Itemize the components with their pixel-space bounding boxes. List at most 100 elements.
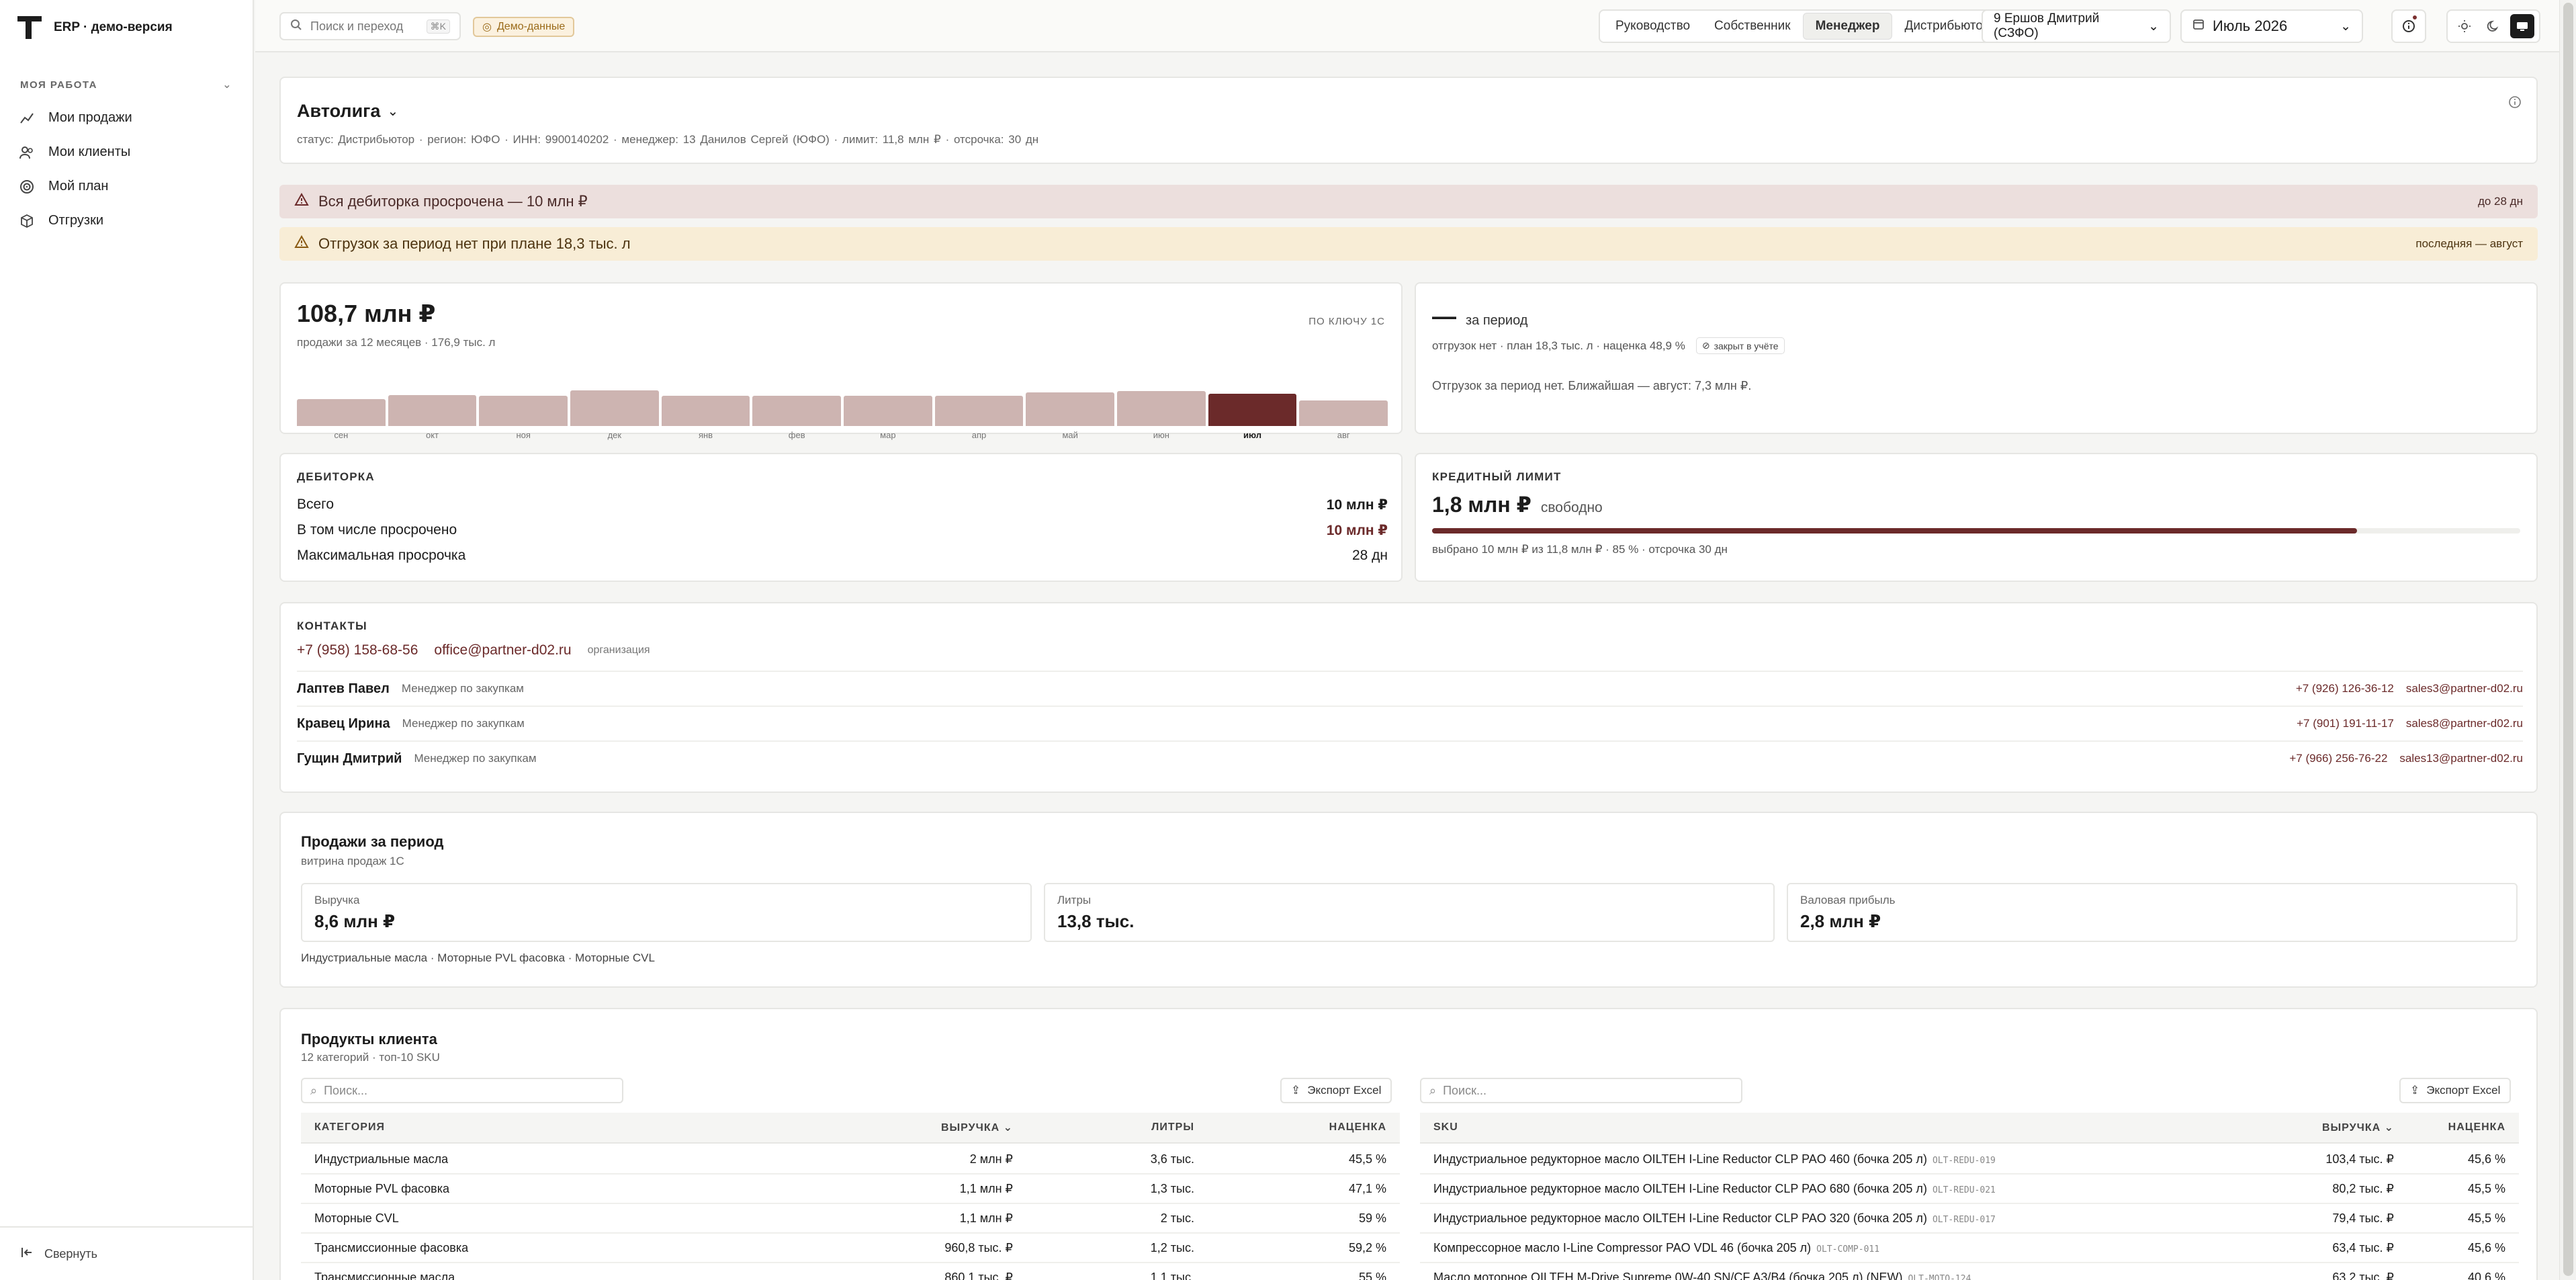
col-markup[interactable]: НАЦЕНКА <box>2407 1121 2519 1134</box>
bar-column[interactable] <box>1026 366 1115 426</box>
sidebar-item-sales[interactable]: Мои продажи <box>19 101 234 135</box>
client-header-card: Автолига ⌄ статус: Дистрибьютор · регион… <box>279 77 2538 164</box>
products-sub: 12 категорий · топ-10 SKU <box>301 1051 440 1064</box>
table-cell: 1,1 млн ₽ <box>959 1181 1013 1195</box>
table-cell: 1,3 тыс. <box>1150 1181 1194 1195</box>
table-cell: 1,1 тыс. <box>1150 1270 1194 1280</box>
export-label: Экспорт Excel <box>2426 1084 2501 1097</box>
bar-column[interactable] <box>479 366 568 426</box>
table-cell: 1,1 млн ₽ <box>959 1211 1013 1225</box>
table-cell: 960,8 тыс. ₽ <box>944 1240 1013 1254</box>
period-select[interactable]: Июль 2026 ⌄ <box>2180 9 2363 43</box>
info-icon[interactable] <box>2397 14 2421 38</box>
contact-row: Гущин Дмитрий Менеджер по закупкам +7 (9… <box>297 740 2523 775</box>
col-markup[interactable]: НАЦЕНКА <box>1208 1121 1400 1134</box>
contact-email-link[interactable]: sales8@partner-d02.ru <box>2406 717 2523 730</box>
sidebar-item-shipments[interactable]: Отгрузки <box>19 204 234 238</box>
contact-phone-link[interactable]: +7 (901) 191-11-17 <box>2297 717 2394 730</box>
sidebar-nav: Мои продажи Мои клиенты Мой план Отгрузк… <box>19 101 234 238</box>
col-category[interactable]: КАТЕГОРИЯ <box>301 1121 704 1134</box>
table-row[interactable]: Трансмиссионные фасовка 960,8 тыс. ₽ 1,2 т… <box>301 1234 1400 1263</box>
table-cell: 63,2 тыс. ₽ <box>2332 1270 2394 1280</box>
calendar-icon <box>2192 18 2205 34</box>
sidebar-item-label: Мои продажи <box>48 110 132 125</box>
category-search-input[interactable]: ⌕ Поиск... <box>301 1078 623 1103</box>
bar-column[interactable] <box>1117 366 1206 426</box>
bar-7 <box>934 396 1024 426</box>
role-manager[interactable]: Менеджер <box>1802 13 1893 40</box>
contact-email-link[interactable]: sales13@partner-d02.ru <box>2399 752 2523 765</box>
table-cell: Индустриальные масла <box>314 1152 449 1166</box>
credit-sub: выбрано 10 млн ₽ из 11,8 млн ₽ · 85 % · … <box>1432 543 1728 556</box>
bar-0 <box>297 398 386 426</box>
credit-progress-fill <box>1432 528 2357 534</box>
col-liters[interactable]: ЛИТРЫ <box>1026 1121 1208 1134</box>
database-icon: ◎ <box>482 22 492 33</box>
sku-name: Индустриальное редукторное масло OILTEH … <box>1433 1181 1927 1195</box>
bar-column[interactable] <box>297 366 386 426</box>
bar-column[interactable] <box>934 366 1024 426</box>
bar-column[interactable] <box>570 366 659 426</box>
table-row[interactable]: Масло моторное OILTEH M-Drive Supreme 0W… <box>1420 1263 2519 1280</box>
stat-value: 13,8 тыс. <box>1057 911 1135 931</box>
box-icon <box>19 213 35 229</box>
table-row[interactable]: Моторные CVL 1,1 млн ₽ 2 тыс. 59 % <box>301 1204 1400 1234</box>
table-row[interactable]: Индустриальное редукторное масло OILTEH … <box>1420 1145 2519 1175</box>
role-switcher: Руководство Собственник Менеджер Дистриб… <box>1599 9 2007 43</box>
sku-search-input[interactable]: ⌕ Поиск... <box>1420 1078 1742 1103</box>
role-owner[interactable]: Собственник <box>1702 13 1803 40</box>
bar-column[interactable] <box>1208 366 1297 426</box>
check-circle-icon: ⊘ <box>1701 340 1710 351</box>
sun-icon[interactable] <box>2452 14 2477 38</box>
sku-name: Индустриальное редукторное масло OILTEH … <box>1433 1152 1927 1166</box>
sidebar-item-plan[interactable]: Мой план <box>19 169 234 204</box>
client-name-dropdown[interactable]: Автолига ⌄ <box>297 101 398 122</box>
sku-code: OLT-MOTO-124 <box>1908 1273 1971 1280</box>
contact-phone-link[interactable]: +7 (926) 126-36-12 <box>2296 682 2394 695</box>
period-sub: отгрузок нет · план 18,3 тыс. л · наценк… <box>1432 339 1685 352</box>
contacts-card: КОНТАКТЫ +7 (958) 158-68-56 office@partn… <box>279 602 2538 793</box>
org-phone-link[interactable]: +7 (958) 158-68-56 <box>297 642 418 658</box>
stat-label: Литры <box>1057 894 1092 906</box>
client-name: Автолига <box>297 101 381 121</box>
credit-value: 1,8 млн ₽ <box>1432 493 1531 517</box>
table-row[interactable]: Индустриальные масла 2 млн ₽ 3,6 тыс. 45,5 … <box>301 1145 1400 1175</box>
table-row[interactable]: Индустриальное редукторное масло OILTEH … <box>1420 1204 2519 1234</box>
org-email-link[interactable]: office@partner-d02.ru <box>434 642 571 658</box>
sidebar-item-clients[interactable]: Мои клиенты <box>19 135 234 169</box>
bar-column[interactable] <box>844 366 932 426</box>
section-my-work[interactable]: МОЯ РАБОТА ⌄ <box>20 78 232 91</box>
monitor-icon[interactable] <box>2510 14 2534 38</box>
col-revenue[interactable]: ВЫРУЧКА ⌄ <box>2260 1121 2407 1134</box>
page-scrollbar[interactable] <box>2559 0 2576 1280</box>
receivables-title: ДЕБИТОРКА <box>297 470 375 483</box>
bar-column[interactable] <box>388 366 477 426</box>
bar-column[interactable] <box>1299 366 1388 426</box>
sku-code: OLT-REDU-019 <box>1932 1155 1996 1166</box>
app-header[interactable]: ERP · демо-версия <box>17 16 173 39</box>
contact-phone-link[interactable]: +7 (966) 256-76-22 <box>2289 752 2387 765</box>
table-row[interactable]: Индустриальное редукторное масло OILTEH … <box>1420 1175 2519 1204</box>
table-row[interactable]: Моторные PVL фасовка 1,1 млн ₽ 1,3 тыс. 47,… <box>301 1175 1400 1204</box>
manager-select[interactable]: 9 Ершов Дмитрий (СЗФО) ⌄ <box>1982 9 2171 43</box>
collapse-label: Свернуть <box>44 1246 97 1261</box>
bar-column[interactable] <box>752 366 842 426</box>
export-sku-button[interactable]: ⇪ Экспорт Excel <box>2399 1078 2512 1103</box>
table-row[interactable]: Трансмиссионные масла 860,1 тыс. ₽ 1,1 тыс… <box>301 1263 1400 1280</box>
role-leadership[interactable]: Руководство <box>1603 13 1702 40</box>
global-search[interactable]: Поиск и переход ⌘K <box>279 12 461 40</box>
collapse-sidebar-button[interactable]: Свернуть <box>0 1226 253 1280</box>
col-revenue[interactable]: ВЫРУЧКА ⌄ <box>704 1121 1026 1134</box>
credit-free-label: свободно <box>1540 500 1603 515</box>
col-sku[interactable]: SKU <box>1420 1121 2260 1134</box>
moon-icon[interactable] <box>2481 14 2505 38</box>
table-row[interactable]: Компрессорное масло I-Line Compressor PA… <box>1420 1234 2519 1263</box>
export-categories-button[interactable]: ⇪ Экспорт Excel <box>1280 1078 1392 1103</box>
info-icon[interactable] <box>2508 95 2522 112</box>
bar-column[interactable] <box>661 366 750 426</box>
contact-email-link[interactable]: sales3@partner-d02.ru <box>2406 682 2523 695</box>
stat-revenue: Выручка 8,6 млн ₽ <box>301 883 1032 942</box>
stat-value: 8,6 млн ₽ <box>314 911 396 931</box>
scroll-thumb[interactable] <box>2563 3 2573 1276</box>
search-shortcut: ⌘K <box>426 19 450 34</box>
